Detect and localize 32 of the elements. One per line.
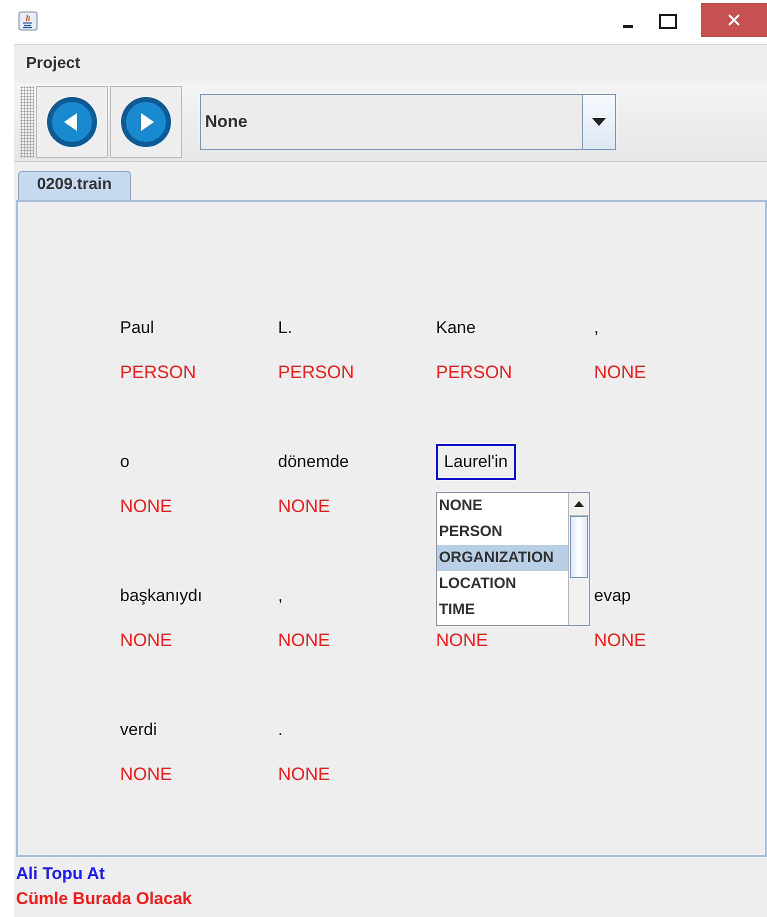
list-item[interactable]: ORGANIZATION xyxy=(437,545,568,571)
token-word[interactable]: verdi xyxy=(120,720,160,740)
toolbar-grip[interactable] xyxy=(20,86,34,158)
scroll-up-icon[interactable] xyxy=(574,501,584,507)
list-item[interactable]: LOCATION xyxy=(437,571,568,597)
token-word[interactable]: , xyxy=(594,318,602,338)
forward-button[interactable] xyxy=(110,86,182,158)
token-word[interactable]: . xyxy=(278,720,286,740)
back-button[interactable] xyxy=(36,86,108,158)
list-item[interactable]: TIME xyxy=(437,597,568,623)
maximize-icon[interactable] xyxy=(659,14,677,30)
app-icon xyxy=(18,11,38,31)
status-text: Ali Topu At xyxy=(16,863,106,885)
tab[interactable]: 0209.train xyxy=(18,171,131,200)
menu-item[interactable]: Project xyxy=(26,55,80,73)
token-word[interactable]: Paul xyxy=(120,318,158,338)
caret-icon xyxy=(592,118,606,126)
status-text: Cümle Burada Olacak xyxy=(16,888,193,910)
token-word[interactable]: o xyxy=(120,452,132,472)
token-word[interactable]: Laurel'in xyxy=(436,444,516,480)
scrollbar[interactable] xyxy=(568,493,589,625)
token-word[interactable]: Kane xyxy=(436,318,479,338)
token-word[interactable]: başkanıydı xyxy=(120,586,206,606)
token-word[interactable]: evap xyxy=(594,586,634,606)
label-dropdown[interactable]: None xyxy=(200,94,616,150)
token-word[interactable]: L. xyxy=(278,318,296,338)
list-item[interactable]: PERSON xyxy=(437,519,568,545)
close-icon xyxy=(727,13,741,27)
token-word[interactable]: dönemde xyxy=(278,452,352,472)
close-button[interactable] xyxy=(701,3,767,37)
list-item[interactable]: NONE xyxy=(437,493,568,519)
token-word[interactable]: , xyxy=(278,586,286,606)
